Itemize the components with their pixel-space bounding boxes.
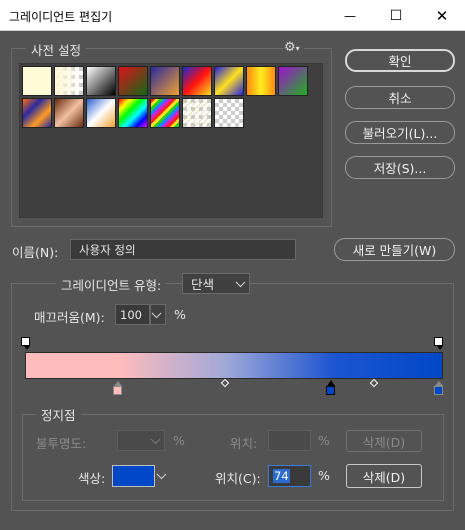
preset-swatch[interactable]	[118, 98, 148, 128]
chevron-down-icon	[151, 307, 162, 318]
ok-button[interactable]: 확인	[345, 49, 455, 72]
opacity-location-field[interactable]	[268, 430, 311, 451]
preset-swatch[interactable]	[118, 66, 148, 96]
color-swatch[interactable]	[112, 465, 155, 487]
maximize-button[interactable]: ☐	[373, 0, 419, 31]
presets-legend: 사전 설정	[26, 40, 86, 59]
gradient-type-label: 그레이디언트 유형:	[56, 275, 167, 294]
preset-swatch[interactable]	[150, 66, 180, 96]
preset-swatch[interactable]	[182, 66, 212, 96]
opacity-location-label: 위치:	[230, 436, 258, 451]
color-label: 색상:	[78, 471, 106, 486]
smoothness-unit: %	[174, 307, 186, 322]
preset-swatch[interactable]	[214, 98, 244, 128]
title-bar: 그레이디언트 편집기 — ☐ ✕	[0, 0, 465, 31]
maximize-icon: ☐	[389, 7, 403, 24]
preset-swatch[interactable]	[22, 98, 52, 128]
presets-menu-button[interactable]: ⚙▾	[284, 40, 304, 56]
stops-legend: 정지점	[36, 405, 81, 424]
preset-swatch[interactable]	[278, 66, 308, 96]
gear-icon: ⚙	[284, 40, 296, 55]
preset-swatch[interactable]	[54, 66, 84, 96]
preset-swatches	[19, 63, 323, 218]
name-field[interactable]: 사용자 정의	[70, 239, 296, 260]
smoothness-label: 매끄러움(M):	[34, 310, 105, 325]
window-title: 그레이디언트 편집기	[9, 10, 113, 24]
opacity-stop-right[interactable]	[434, 337, 443, 346]
color-dropdown[interactable]	[156, 465, 170, 487]
gradient-type-value: 단색	[191, 277, 215, 292]
minimize-icon: —	[344, 8, 356, 23]
name-label: 이름(N):	[12, 245, 59, 260]
chevron-down-icon	[150, 433, 161, 444]
cancel-button[interactable]: 취소	[345, 86, 455, 109]
smoothness-dropdown[interactable]	[150, 304, 166, 325]
opacity-delete-button[interactable]: 삭제(D)	[346, 430, 422, 452]
preset-swatch[interactable]	[214, 66, 244, 96]
opacity-label: 불투명도:	[36, 436, 87, 451]
close-icon: ✕	[435, 6, 449, 25]
opacity-field[interactable]	[117, 430, 165, 451]
save-button[interactable]: 저장(S)...	[345, 156, 455, 179]
opacity-location-unit: %	[318, 433, 330, 448]
preset-swatch[interactable]	[246, 66, 276, 96]
gradient-bar[interactable]	[25, 352, 443, 379]
color-stop-end[interactable]	[434, 386, 443, 395]
color-location-value: 74	[273, 469, 290, 483]
minimize-button[interactable]: —	[327, 0, 373, 31]
preset-swatch[interactable]	[150, 98, 180, 128]
opacity-stop-pointer	[24, 346, 30, 350]
smoothness-field[interactable]: 100	[115, 304, 150, 325]
opacity-stop-left[interactable]	[21, 337, 30, 346]
chevron-down-icon	[235, 276, 246, 287]
opacity-stop-pointer	[437, 346, 443, 350]
preset-swatch[interactable]	[86, 66, 116, 96]
color-stop-selected[interactable]	[326, 386, 335, 395]
opacity-unit: %	[173, 433, 185, 448]
color-location-label: 위치(C):	[215, 471, 261, 486]
close-button[interactable]: ✕	[419, 0, 465, 31]
gradient-type-select[interactable]: 단색	[182, 273, 250, 294]
preset-swatch[interactable]	[182, 98, 212, 128]
color-location-unit: %	[318, 468, 330, 483]
chevron-down-icon	[156, 469, 167, 480]
preset-swatch[interactable]	[54, 98, 84, 128]
color-location-field[interactable]: 74	[268, 465, 311, 487]
new-button[interactable]: 새로 만들기(W)	[334, 238, 455, 261]
color-stop-pink[interactable]	[113, 386, 122, 395]
chevron-down-icon: ▾	[295, 44, 300, 53]
preset-swatch[interactable]	[22, 66, 52, 96]
load-button[interactable]: 불러오기(L)...	[345, 121, 455, 144]
color-delete-button[interactable]: 삭제(D)	[346, 464, 422, 488]
preset-swatch[interactable]	[86, 98, 116, 128]
